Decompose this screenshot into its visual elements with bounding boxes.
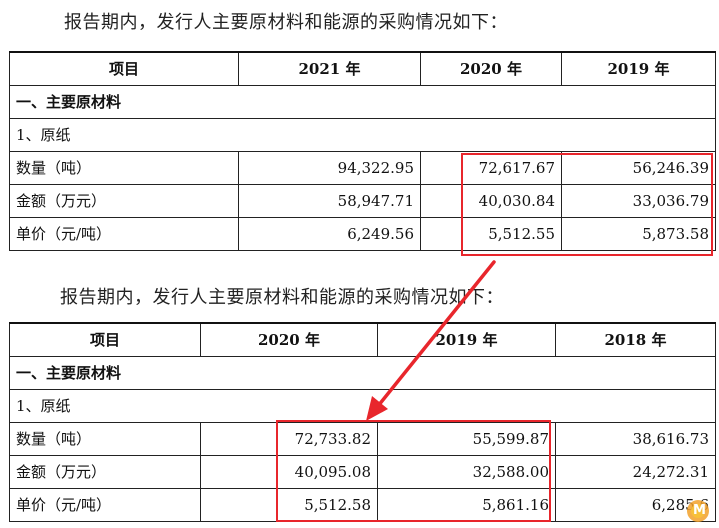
purchase-table-bottom: 项目 2020 年 2019 年 2018 年 一、主要原材料 1、原纸 数量（… xyxy=(9,322,716,522)
section-row: 一、主要原材料 xyxy=(9,84,716,119)
table-cell: 72,617.67 xyxy=(420,150,562,185)
row-label: 金额（万元） xyxy=(9,183,239,218)
column-header-year: 2018 年 xyxy=(555,322,716,357)
subsection-label: 1、原纸 xyxy=(9,117,716,152)
subsection-row: 1、原纸 xyxy=(9,117,716,152)
row-label: 数量（吨） xyxy=(9,421,201,456)
row-label: 单价（元/吨） xyxy=(9,487,201,522)
row-label: 数量（吨） xyxy=(9,150,239,185)
table-header-row: 项目 2020 年 2019 年 2018 年 xyxy=(9,322,716,357)
table-cell: 40,095.08 xyxy=(200,454,378,489)
intro-text-bottom: 报告期内，发行人主要原材料和能源的采购情况如下： xyxy=(60,287,504,308)
table-row: 单价（元/吨） 5,512.58 5,861.16 6,285.6 xyxy=(9,487,716,522)
table-cell: 33,036.79 xyxy=(561,183,716,218)
watermark-text: M xyxy=(693,503,706,518)
column-header-year: 2021 年 xyxy=(238,51,421,86)
table-row: 金额（万元） 40,095.08 32,588.00 24,272.31 xyxy=(9,454,716,489)
intro-text-top: 报告期内，发行人主要原材料和能源的采购情况如下： xyxy=(64,12,508,33)
table-row: 数量（吨） 72,733.82 55,599.87 38,616.73 xyxy=(9,421,716,456)
table-row: 金额（万元） 58,947.71 40,030.84 33,036.79 xyxy=(9,183,716,218)
table-cell: 24,272.31 xyxy=(555,454,716,489)
subsection-label: 1、原纸 xyxy=(9,388,716,423)
table-cell: 58,947.71 xyxy=(238,183,421,218)
column-header-item: 项目 xyxy=(9,51,239,86)
row-label: 单价（元/吨） xyxy=(9,216,239,251)
table-header-row: 项目 2021 年 2020 年 2019 年 xyxy=(9,51,716,86)
table-cell: 38,616.73 xyxy=(555,421,716,456)
table-cell: 6,249.56 xyxy=(238,216,421,251)
subsection-row: 1、原纸 xyxy=(9,388,716,423)
table-cell: 72,733.82 xyxy=(200,421,378,456)
column-header-year: 2019 年 xyxy=(561,51,716,86)
purchase-table-top: 项目 2021 年 2020 年 2019 年 一、主要原材料 1、原纸 数量（… xyxy=(9,51,716,251)
column-header-item: 项目 xyxy=(9,322,201,357)
column-header-year: 2020 年 xyxy=(200,322,378,357)
table-cell: 40,030.84 xyxy=(420,183,562,218)
table-cell: 94,322.95 xyxy=(238,150,421,185)
table-row: 数量（吨） 94,322.95 72,617.67 56,246.39 xyxy=(9,150,716,185)
section-row: 一、主要原材料 xyxy=(9,355,716,390)
logo-badge-icon: M xyxy=(681,496,715,524)
table-cell: 5,512.55 xyxy=(420,216,562,251)
column-header-year: 2019 年 xyxy=(377,322,556,357)
table-cell: 5,861.16 xyxy=(377,487,556,522)
column-header-year: 2020 年 xyxy=(420,51,562,86)
row-label: 金额（万元） xyxy=(9,454,201,489)
table-cell: 55,599.87 xyxy=(377,421,556,456)
table-cell: 5,512.58 xyxy=(200,487,378,522)
table-cell: 5,873.58 xyxy=(561,216,716,251)
table-cell: 32,588.00 xyxy=(377,454,556,489)
section-label: 一、主要原材料 xyxy=(9,355,716,390)
table-cell: 56,246.39 xyxy=(561,150,716,185)
table-row: 单价（元/吨） 6,249.56 5,512.55 5,873.58 xyxy=(9,216,716,251)
section-label: 一、主要原材料 xyxy=(9,84,716,119)
